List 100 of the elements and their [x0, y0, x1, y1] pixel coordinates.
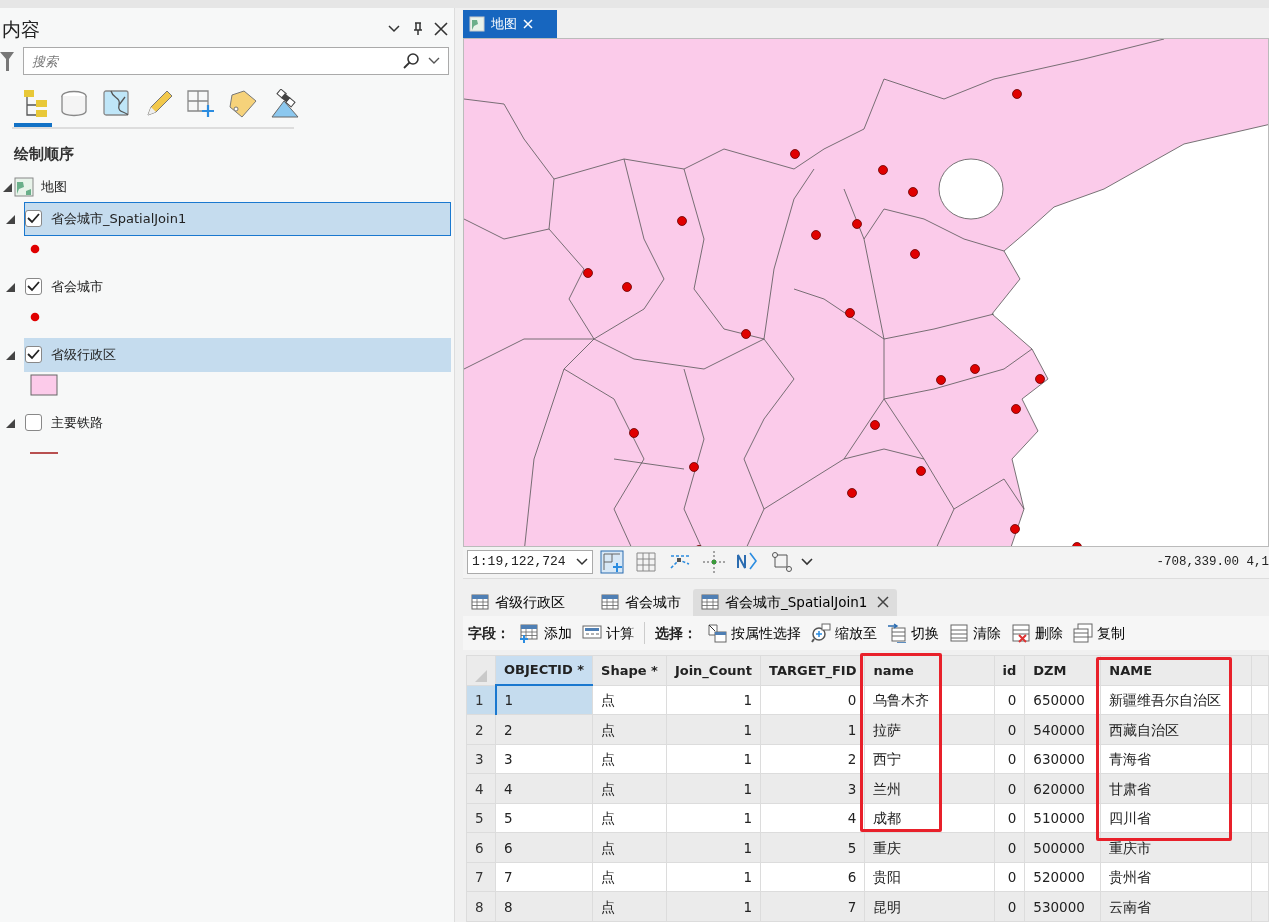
- expand-caret-icon[interactable]: [5, 281, 15, 292]
- zoom-to-icon: [811, 623, 831, 644]
- row-number[interactable]: 3: [466, 744, 496, 774]
- row-number[interactable]: 8: [466, 892, 496, 922]
- table-cell: 拉萨: [864, 715, 995, 745]
- table-cell: 青海省: [1100, 744, 1252, 774]
- table-tab[interactable]: 省会城市_SpatialJoin1: [693, 588, 898, 617]
- layer-checkbox[interactable]: [25, 278, 42, 296]
- satellite-icon: [270, 89, 300, 120]
- layer-name: 省会城市: [51, 278, 103, 296]
- column-header[interactable]: DZM: [1024, 655, 1101, 686]
- pane-tab[interactable]: [12, 89, 54, 124]
- toolbar-button[interactable]: 缩放至: [811, 622, 877, 644]
- table-cell: 1: [666, 862, 761, 892]
- expand-caret-icon[interactable]: [2, 181, 12, 192]
- check-icon: [27, 349, 40, 361]
- column-header[interactable]: OBJECTID *: [495, 655, 593, 686]
- table-cell: 点: [592, 803, 667, 833]
- clear-icon: [949, 623, 969, 644]
- close-icon[interactable]: [877, 596, 890, 609]
- table-cell: 1: [666, 803, 761, 833]
- expand-caret-icon[interactable]: [5, 349, 15, 360]
- toolbar-button[interactable]: 切换: [887, 622, 939, 644]
- layer-row[interactable]: 省会城市: [24, 269, 451, 304]
- toolbar-label: 字段：: [468, 623, 510, 643]
- toolbar-button[interactable]: 删除: [1011, 622, 1063, 644]
- toolbar-button[interactable]: 按属性选择: [707, 622, 801, 644]
- guides-icon: [702, 550, 726, 575]
- table-cell: 乌鲁木齐: [864, 685, 995, 715]
- table-cell: 0: [994, 685, 1025, 715]
- table-cell: 0: [994, 803, 1025, 833]
- layer-name: 主要铁路: [51, 414, 103, 432]
- column-header[interactable]: Shape *: [592, 655, 667, 686]
- table-cell: 4: [760, 803, 865, 833]
- toolbar-button[interactable]: 清除: [949, 622, 1001, 644]
- map-icon: [14, 176, 34, 197]
- table-cell: 7: [495, 862, 593, 892]
- row-number[interactable]: 1: [466, 685, 496, 715]
- toolbar-label: 选择：: [655, 623, 697, 643]
- map-icon: [469, 15, 485, 32]
- table-tab[interactable]: 省级行政区: [463, 588, 573, 617]
- layer-name: 省级行政区: [51, 346, 116, 364]
- table-cell: 1: [666, 774, 761, 804]
- map-tab[interactable]: 地图: [463, 10, 557, 38]
- table-cell: 成都: [864, 803, 995, 833]
- table-cell: 点: [592, 862, 667, 892]
- layer-checkbox[interactable]: [25, 346, 42, 364]
- filter-icon[interactable]: [0, 50, 16, 73]
- coordinates: -708,339.00 4,1: [1156, 553, 1269, 571]
- copy-icon: [1073, 623, 1093, 644]
- table-cell: 点: [592, 685, 667, 715]
- table-cell: 重庆: [864, 833, 995, 863]
- column-header[interactable]: name: [864, 655, 995, 686]
- switch-icon: [887, 623, 907, 644]
- table-cell: 1: [666, 833, 761, 863]
- table-cell: 5: [760, 833, 865, 863]
- table-cell: 3: [495, 744, 593, 774]
- scale-dropdown[interactable]: 1:19,122,724: [467, 550, 593, 575]
- table-cell: 0: [760, 685, 865, 715]
- table-tab[interactable]: 省会城市: [593, 588, 689, 617]
- column-header[interactable]: TARGET_FID: [760, 655, 865, 686]
- table-cell: 点: [592, 774, 667, 804]
- column-header[interactable]: Join_Count: [666, 655, 761, 686]
- table-cell: 8: [495, 892, 593, 922]
- toolbar-button[interactable]: 添加: [520, 622, 572, 644]
- row-number[interactable]: 5: [466, 803, 496, 833]
- expand-caret-icon[interactable]: [5, 417, 15, 428]
- table-cell: 西宁: [864, 744, 995, 774]
- table-cell: 1: [666, 892, 761, 922]
- row-number[interactable]: 6: [466, 833, 496, 863]
- dropdown-caret-icon[interactable]: [801, 558, 813, 567]
- table-cell: 点: [592, 744, 667, 774]
- row-number[interactable]: 2: [466, 715, 496, 745]
- search-box[interactable]: 搜索: [22, 47, 449, 76]
- toolbar-button[interactable]: 复制: [1073, 622, 1125, 644]
- table-cell: 1: [666, 715, 761, 745]
- map-label[interactable]: 地图: [40, 177, 67, 197]
- select-by-attributes-icon: [707, 623, 727, 644]
- table-cell: 5: [495, 803, 593, 833]
- layer-row[interactable]: 主要铁路: [24, 405, 451, 440]
- table-cell: 兰州: [864, 774, 995, 804]
- table-cell: 西藏自治区: [1100, 715, 1252, 745]
- layer-checkbox[interactable]: [25, 414, 42, 432]
- table-cell: 新疆维吾尔自治区: [1100, 685, 1252, 715]
- row-number[interactable]: 4: [466, 774, 496, 804]
- table-cell: 昆明: [864, 892, 995, 922]
- table-cell: 2: [495, 715, 593, 745]
- table-cell: 520000: [1024, 862, 1101, 892]
- table-icon: [601, 593, 619, 612]
- table-cell: 点: [592, 833, 667, 863]
- table-cell: 贵阳: [864, 862, 995, 892]
- section-title: 绘制顺序: [14, 144, 75, 166]
- column-header[interactable]: id: [994, 655, 1025, 686]
- expand-caret-icon[interactable]: [5, 213, 15, 224]
- table-cell: 云南省: [1100, 892, 1252, 922]
- row-number[interactable]: 7: [466, 862, 496, 892]
- toolbar-button[interactable]: [597, 550, 627, 575]
- layer-checkbox[interactable]: [25, 210, 42, 228]
- tag-icon: [228, 89, 258, 120]
- toolbar-button[interactable]: 计算: [582, 622, 634, 644]
